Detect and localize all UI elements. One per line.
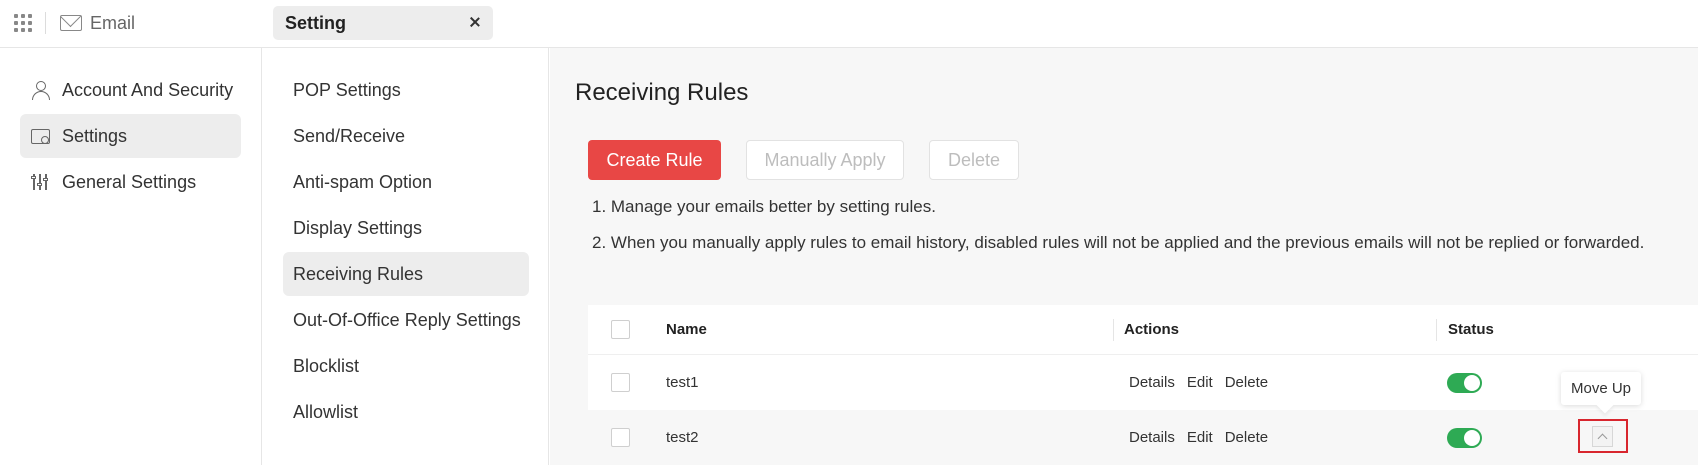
tab-setting-label: Setting	[285, 12, 346, 33]
sidebar-item-general-settings[interactable]: General Settings	[20, 160, 241, 204]
status-toggle[interactable]	[1447, 372, 1482, 393]
status-toggle[interactable]	[1447, 427, 1482, 448]
tab-email[interactable]: Email	[60, 10, 135, 36]
select-all-checkbox[interactable]	[611, 320, 630, 339]
row-actions: Details Edit Delete	[1129, 410, 1280, 465]
delete-link[interactable]: Delete	[1225, 429, 1268, 446]
column-header-status: Status	[1448, 321, 1494, 338]
sidebar-item-account-and-security[interactable]: Account And Security	[20, 68, 241, 112]
user-icon	[30, 80, 50, 100]
tooltip-text: Move Up	[1571, 380, 1632, 397]
sidebar-item-label: Settings	[62, 125, 128, 146]
subnav-item-blocklist[interactable]: Blocklist	[283, 344, 529, 388]
mail-icon	[60, 15, 82, 31]
sidebar-item-settings[interactable]: Settings	[20, 114, 241, 158]
subnav-item-out-of-office[interactable]: Out-Of-Office Reply Settings	[283, 298, 529, 342]
column-header-actions: Actions	[1124, 321, 1180, 338]
subnav-item-receiving-rules[interactable]: Receiving Rules	[283, 252, 529, 296]
main-panel: Receiving Rules Create Rule Manually App…	[550, 48, 1698, 465]
subnav-item-anti-spam[interactable]: Anti-spam Option	[283, 160, 529, 204]
column-divider	[1436, 319, 1437, 341]
chevron-up-icon	[1597, 433, 1608, 444]
delete-link[interactable]: Delete	[1225, 374, 1268, 391]
sidebar-item-label: Account And Security	[62, 79, 234, 100]
mail-settings-icon	[30, 126, 50, 146]
divider	[45, 12, 46, 34]
move-up-button[interactable]	[1592, 426, 1613, 447]
subnav-item-pop-settings[interactable]: POP Settings	[283, 68, 529, 112]
edit-link[interactable]: Edit	[1187, 374, 1213, 391]
column-header-name: Name	[666, 321, 707, 338]
info-text-2: 2. When you manually apply rules to emai…	[592, 233, 1645, 252]
settings-subnav: POP Settings Send/Receive Anti-spam Opti…	[263, 48, 549, 465]
details-link[interactable]: Details	[1129, 374, 1175, 391]
rules-table: Name Actions Status test1 Details Edit D…	[588, 305, 1698, 465]
edit-link[interactable]: Edit	[1187, 429, 1213, 446]
sliders-icon	[30, 172, 50, 192]
table-header: Name Actions Status	[588, 305, 1698, 355]
delete-button[interactable]: Delete	[929, 140, 1019, 180]
apps-grid-icon[interactable]	[14, 14, 32, 32]
row-checkbox[interactable]	[611, 428, 630, 447]
create-rule-button[interactable]: Create Rule	[588, 140, 721, 180]
details-link[interactable]: Details	[1129, 429, 1175, 446]
tab-email-label: Email	[90, 12, 136, 33]
info-text-1: 1. Manage your emails better by setting …	[592, 197, 936, 216]
top-bar: Email Setting	[0, 0, 1698, 48]
row-checkbox[interactable]	[611, 373, 630, 392]
row-actions: Details Edit Delete	[1129, 355, 1280, 410]
table-row: test2 Details Edit Delete	[588, 410, 1698, 465]
tab-setting[interactable]: Setting	[273, 6, 493, 40]
subnav-item-allowlist[interactable]: Allowlist	[283, 390, 529, 434]
page-title: Receiving Rules	[575, 79, 749, 106]
left-sidebar: Account And Security Settings General Se…	[0, 48, 262, 465]
move-up-tooltip: Move Up	[1561, 372, 1642, 405]
close-icon[interactable]	[467, 14, 483, 30]
manually-apply-button[interactable]: Manually Apply	[746, 140, 904, 180]
sidebar-item-label: General Settings	[62, 171, 197, 192]
rule-name: test1	[666, 374, 699, 391]
subnav-item-send-receive[interactable]: Send/Receive	[283, 114, 529, 158]
table-row: test1 Details Edit Delete	[588, 355, 1698, 410]
column-divider	[1113, 319, 1114, 341]
subnav-item-display-settings[interactable]: Display Settings	[283, 206, 529, 250]
rule-name: test2	[666, 429, 699, 446]
